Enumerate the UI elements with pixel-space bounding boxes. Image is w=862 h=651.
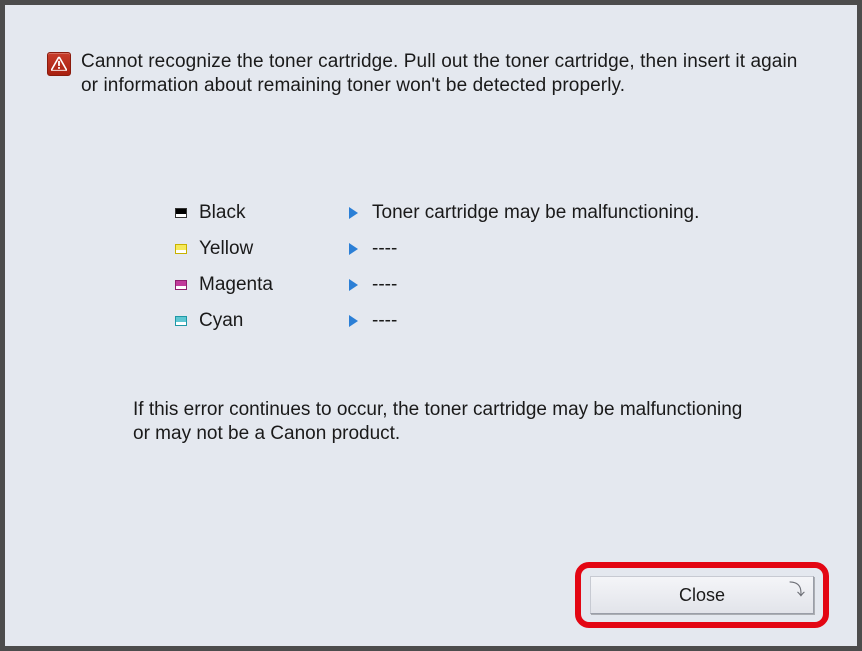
close-button-highlight: Close ⤵ bbox=[575, 562, 829, 628]
arrow-icon bbox=[349, 243, 358, 255]
toner-name-cyan: Cyan bbox=[199, 310, 349, 332]
arrow-icon bbox=[349, 315, 358, 327]
toner-name-black: Black bbox=[199, 202, 349, 224]
arrow-icon bbox=[349, 207, 358, 219]
swatch-black-icon bbox=[175, 208, 187, 218]
toner-row-magenta: Magenta ---- bbox=[175, 267, 775, 303]
toner-row-yellow: Yellow ---- bbox=[175, 231, 775, 267]
dialog-frame: Cannot recognize the toner cartridge. Pu… bbox=[0, 0, 862, 651]
footer-line2: or may not be a Canon product. bbox=[133, 423, 400, 444]
error-message-line2: or information about remaining toner won… bbox=[81, 75, 625, 96]
error-message-row: Cannot recognize the toner cartridge. Pu… bbox=[47, 50, 797, 98]
arrow-icon bbox=[349, 279, 358, 291]
toner-name-yellow: Yellow bbox=[199, 238, 349, 260]
warning-icon bbox=[47, 52, 71, 76]
toner-status-black: Toner cartridge may be malfunctioning. bbox=[372, 202, 699, 224]
toner-status-cyan: ---- bbox=[372, 310, 397, 332]
close-button[interactable]: Close ⤵ bbox=[590, 576, 814, 614]
error-message-text: Cannot recognize the toner cartridge. Pu… bbox=[81, 50, 797, 98]
swatch-magenta-icon bbox=[175, 280, 187, 290]
footer-hint-text: If this error continues to occur, the to… bbox=[133, 398, 742, 446]
toner-row-cyan: Cyan ---- bbox=[175, 303, 775, 339]
toner-status-list: Black Toner cartridge may be malfunction… bbox=[175, 195, 775, 339]
return-icon: ⤵ bbox=[789, 573, 805, 609]
footer-line1: If this error continues to occur, the to… bbox=[133, 399, 742, 420]
toner-name-magenta: Magenta bbox=[199, 274, 349, 296]
toner-row-black: Black Toner cartridge may be malfunction… bbox=[175, 195, 775, 231]
swatch-yellow-icon bbox=[175, 244, 187, 254]
swatch-cyan-icon bbox=[175, 316, 187, 326]
close-button-label: Close bbox=[679, 585, 725, 605]
toner-status-yellow: ---- bbox=[372, 238, 397, 260]
toner-status-magenta: ---- bbox=[372, 274, 397, 296]
error-message-line1: Cannot recognize the toner cartridge. Pu… bbox=[81, 51, 797, 72]
